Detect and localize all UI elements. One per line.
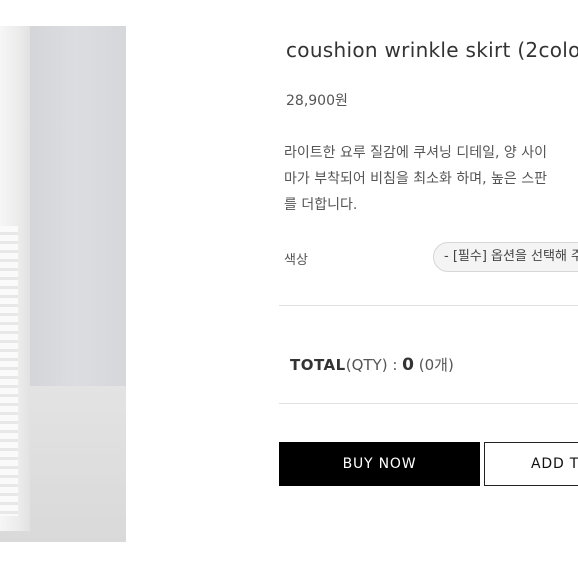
divider (279, 403, 578, 404)
qty-label: (QTY) : (345, 356, 403, 374)
product-description: 라이트한 요루 질감에 쿠셔닝 디테일, 양 사이 마가 부착되어 비침을 최소… (284, 140, 547, 218)
add-to-cart-button[interactable]: ADD T (484, 442, 578, 486)
product-image[interactable] (0, 26, 126, 542)
total-label: TOTAL (290, 356, 346, 374)
description-line: 마가 부착되어 비침을 최소화 하며, 높은 스판 (284, 171, 547, 187)
product-detail-page: coushion wrinkle skirt (2colo 28,900원 라이… (0, 0, 578, 578)
color-option-select[interactable]: - [필수] 옵션을 선택해 주 (433, 242, 578, 272)
color-option-label: 색상 (284, 253, 308, 268)
product-title: coushion wrinkle skirt (2colo (286, 38, 578, 62)
description-line: 를 더합니다. (284, 197, 358, 213)
description-line: 라이트한 요루 질감에 쿠셔닝 디테일, 양 사이 (284, 145, 547, 161)
skirt-wrinkle-texture (0, 226, 18, 516)
total-summary: TOTAL(QTY) : 0 (0개) (290, 354, 454, 375)
total-amount: 0 (402, 355, 414, 375)
total-count: (0개) (414, 356, 454, 374)
divider (279, 305, 578, 306)
buy-now-button[interactable]: BUY NOW (279, 442, 480, 486)
product-price: 28,900원 (286, 93, 348, 109)
